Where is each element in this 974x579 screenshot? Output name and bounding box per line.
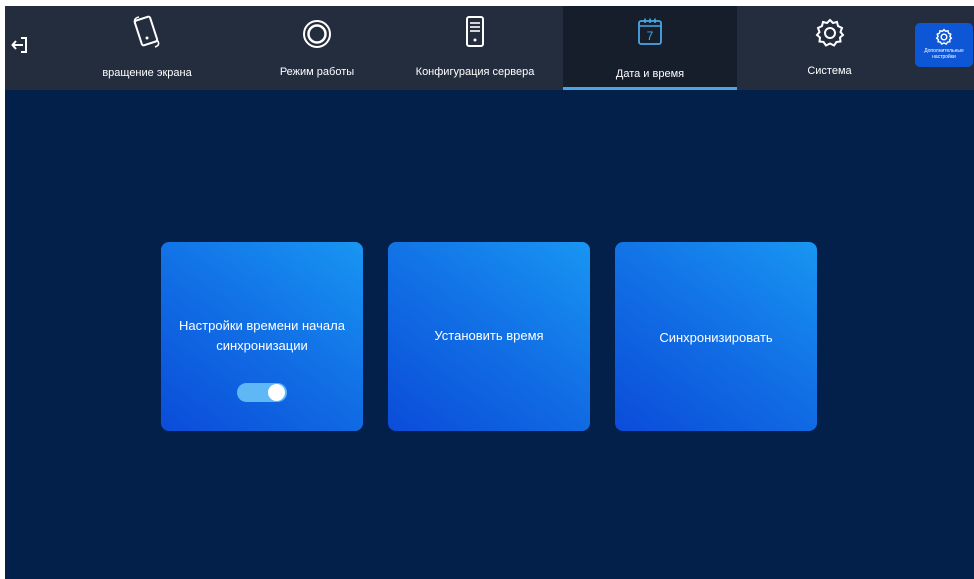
tab-label: вращение экрана bbox=[102, 67, 192, 79]
sync-start-time-toggle[interactable] bbox=[237, 383, 287, 402]
phone-rotate-icon bbox=[133, 15, 160, 48]
exit-button[interactable] bbox=[7, 32, 33, 58]
tab-label: Дата и время bbox=[615, 68, 685, 80]
tab-server-configuration[interactable]: Конфигурация сервера bbox=[405, 6, 545, 90]
tab-screen-rotation[interactable]: вращение экрана bbox=[72, 6, 222, 90]
card-label: Настройки времени начала синхронизации bbox=[179, 318, 345, 353]
tab-date-time[interactable]: 7 Дата и время bbox=[563, 6, 737, 90]
tab-label: Система bbox=[807, 65, 852, 77]
tab-label: Конфигурация сервера bbox=[415, 66, 535, 78]
extra-settings-label: Дополнительные настройки bbox=[924, 48, 964, 60]
gear-icon bbox=[935, 28, 953, 45]
card-label: Синхронизировать bbox=[659, 330, 773, 345]
toggle-knob bbox=[268, 384, 285, 401]
app-window: вращение экрана Режим работы Конфигураци… bbox=[5, 6, 974, 579]
calendar-day-number: 7 bbox=[647, 29, 654, 43]
ring-icon bbox=[303, 20, 331, 48]
sync-start-time-settings-card[interactable]: Настройки времени начала синхронизации bbox=[161, 242, 363, 431]
tab-system[interactable]: Система bbox=[767, 6, 892, 90]
active-tab-indicator bbox=[563, 87, 737, 90]
extra-settings-button[interactable]: Дополнительные настройки bbox=[915, 23, 973, 67]
top-navigation-bar: вращение экрана Режим работы Конфигураци… bbox=[5, 6, 974, 90]
card-label: Установить время bbox=[434, 328, 544, 343]
server-icon bbox=[466, 16, 484, 47]
exit-icon bbox=[11, 37, 27, 53]
set-time-card[interactable]: Установить время bbox=[388, 242, 590, 431]
tab-operating-mode[interactable]: Режим работы bbox=[247, 6, 387, 90]
synchronize-card[interactable]: Синхронизировать bbox=[615, 242, 817, 431]
gear-icon bbox=[815, 18, 844, 47]
calendar-icon: 7 bbox=[638, 18, 662, 45]
tab-label: Режим работы bbox=[279, 66, 355, 78]
